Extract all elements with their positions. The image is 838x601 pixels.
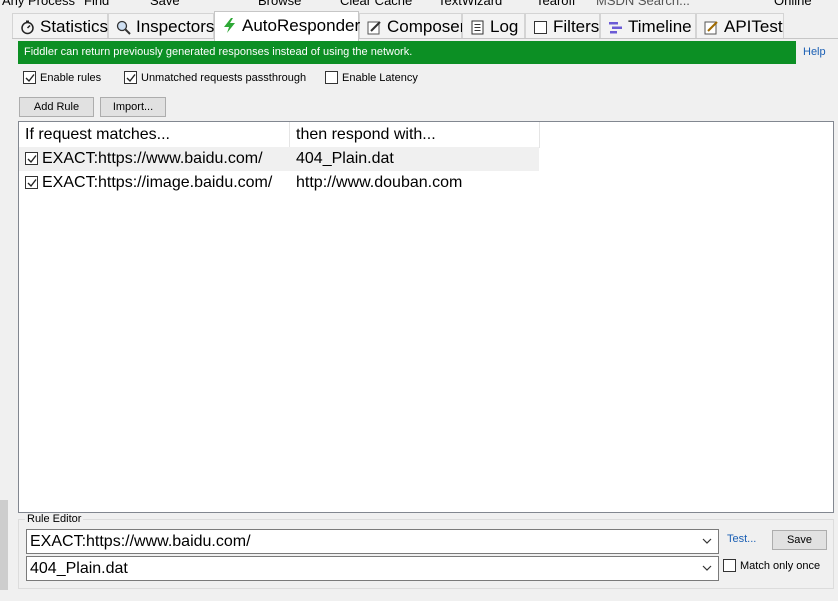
toolbar-process-filter[interactable]: Any Process xyxy=(2,0,75,8)
tab-inspectors[interactable]: Inspectors xyxy=(108,13,214,39)
enable-latency-label: Enable Latency xyxy=(342,72,418,84)
rule-enabled-checkbox[interactable] xyxy=(25,176,38,189)
toolbar-online[interactable]: Online xyxy=(774,0,812,8)
magnifier-icon xyxy=(116,20,131,35)
tab-apitest[interactable]: APITest xyxy=(696,13,784,39)
unmatched-passthrough-label: Unmatched requests passthrough xyxy=(141,72,307,84)
tab-label: Inspectors xyxy=(136,17,215,36)
checked-box-icon xyxy=(124,71,137,84)
column-divider[interactable] xyxy=(539,122,540,148)
enable-latency-checkbox[interactable]: Enable Latency xyxy=(325,71,418,85)
toolbar-clear-cache[interactable]: Clear Cache xyxy=(340,0,412,8)
rule-respond-cell: http://www.douban.com xyxy=(296,174,463,191)
toolbar-msdn-search[interactable]: MSDN Search... xyxy=(596,0,690,8)
rule-match-cell: EXACT:https://www.baidu.com/ xyxy=(42,150,263,167)
checked-box-icon xyxy=(23,71,36,84)
tab-label: Log xyxy=(490,17,519,36)
toolbar-textwizard[interactable]: TextWizard xyxy=(438,0,502,8)
rule-match-value: EXACT:https://www.baidu.com/ xyxy=(30,533,251,550)
tab-strip-divider xyxy=(12,38,838,39)
rule-respond-value: 404_Plain.dat xyxy=(30,560,128,577)
tab-autoresponder[interactable]: AutoResponder xyxy=(214,11,361,41)
table-row[interactable]: EXACT:https://www.baidu.com/ 404_Plain.d… xyxy=(19,147,539,171)
rule-match-cell: EXACT:https://image.baidu.com/ xyxy=(42,174,273,191)
toolbar-tearoff[interactable]: Tearoff xyxy=(536,0,576,8)
chevron-down-icon[interactable] xyxy=(702,565,712,571)
rule-respond-cell: 404_Plain.dat xyxy=(296,150,394,167)
autoresponder-info-banner: Fiddler can return previously generated … xyxy=(18,41,796,64)
tab-label: Timeline xyxy=(628,17,692,36)
tab-label: Filters xyxy=(553,17,600,36)
match-only-once-label: Match only once xyxy=(740,560,821,572)
tab-label: APITest xyxy=(724,17,783,36)
rule-respond-combobox[interactable]: 404_Plain.dat xyxy=(26,556,719,581)
add-rule-button[interactable]: Add Rule xyxy=(19,97,94,117)
tab-label: Composer xyxy=(387,17,466,36)
left-pane-scrollbar[interactable] xyxy=(0,500,8,590)
match-only-once-checkbox[interactable]: Match only once xyxy=(723,559,820,573)
column-header-respond[interactable]: then respond with... xyxy=(290,122,539,148)
toolbar-browse[interactable]: Browse xyxy=(258,0,301,8)
enable-rules-checkbox[interactable]: Enable rules xyxy=(23,71,101,85)
save-button[interactable]: Save xyxy=(772,530,827,550)
tab-statistics[interactable]: Statistics xyxy=(12,13,108,39)
main-toolbar: Any Process Find Save Browse Clear Cache… xyxy=(0,0,838,8)
api-test-icon xyxy=(704,21,718,35)
checkbox-icon xyxy=(534,21,547,34)
column-header-match[interactable]: If request matches... xyxy=(19,122,289,148)
tab-timeline[interactable]: Timeline xyxy=(600,13,696,39)
stopwatch-icon xyxy=(21,20,34,35)
log-icon xyxy=(471,20,484,35)
tab-label: Statistics xyxy=(40,17,109,36)
toolbar-save[interactable]: Save xyxy=(150,0,180,8)
import-button[interactable]: Import... xyxy=(100,97,166,117)
enable-rules-label: Enable rules xyxy=(40,72,102,84)
tab-log[interactable]: Log xyxy=(462,13,525,39)
left-pane-edge xyxy=(0,38,12,601)
table-row[interactable]: EXACT:https://image.baidu.com/ http://ww… xyxy=(19,171,539,195)
unmatched-passthrough-checkbox[interactable]: Unmatched requests passthrough xyxy=(124,71,306,85)
tab-composer[interactable]: Composer xyxy=(359,13,466,39)
chevron-down-icon[interactable] xyxy=(702,538,712,544)
test-rule-link[interactable]: Test... xyxy=(727,533,756,545)
rule-match-combobox[interactable]: EXACT:https://www.baidu.com/ xyxy=(26,529,719,554)
help-link[interactable]: Help xyxy=(803,46,826,58)
rule-editor-legend: Rule Editor xyxy=(25,513,84,525)
inspector-tab-strip: Statistics Inspectors AutoResponder Comp… xyxy=(12,11,838,41)
timeline-icon xyxy=(609,22,622,34)
unchecked-box-icon xyxy=(325,71,338,84)
unchecked-box-icon xyxy=(723,559,736,572)
tab-filters[interactable]: Filters xyxy=(525,13,600,39)
lightning-icon xyxy=(224,18,235,33)
tab-label: AutoResponder xyxy=(242,16,361,35)
pencil-icon xyxy=(367,21,381,35)
rule-enabled-checkbox[interactable] xyxy=(25,152,38,165)
toolbar-find[interactable]: Find xyxy=(84,0,109,8)
rules-list[interactable]: If request matches... then respond with.… xyxy=(18,121,834,513)
